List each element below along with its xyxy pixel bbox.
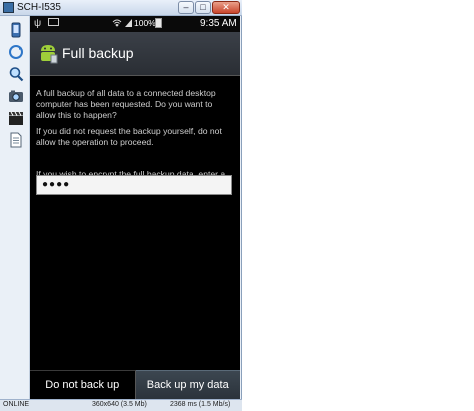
battery-percent: 100% <box>134 18 156 28</box>
phone-icon[interactable] <box>8 22 24 38</box>
back-up-my-data-button[interactable]: Back up my data <box>135 370 240 399</box>
camera-icon[interactable] <box>8 88 24 104</box>
emulator-window: SCH-I535 – □ ✕ ψ 100% 9:35 AM Full backu… <box>0 0 242 411</box>
connection-status: ONLINE <box>3 401 30 408</box>
window-titlebar: SCH-I535 – □ ✕ <box>0 0 242 16</box>
zoom-icon[interactable] <box>8 66 24 82</box>
close-button[interactable]: ✕ <box>212 1 240 14</box>
tool-rail <box>0 16 30 399</box>
usb-icon: ψ <box>34 18 42 29</box>
status-time: 9:35 AM <box>200 18 237 29</box>
phone-screen: ψ 100% 9:35 AM Full backup A full backup… <box>30 16 240 399</box>
minimize-button[interactable]: – <box>178 1 194 14</box>
backup-request-text: A full backup of all data to a connected… <box>36 88 216 120</box>
password-field[interactable]: ●●●● <box>36 175 232 195</box>
screen-resolution: 360x640 (3.5 Mb) <box>92 401 147 408</box>
mail-icon <box>48 18 59 26</box>
do-not-back-up-button[interactable]: Do not back up <box>30 370 136 399</box>
document-icon[interactable] <box>8 132 24 148</box>
window-title: SCH-I535 <box>17 2 61 13</box>
android-backup-icon <box>41 45 58 64</box>
maximize-button[interactable]: □ <box>195 1 211 14</box>
battery-icon <box>155 18 162 28</box>
dialog-buttons: Do not back up Back up my data <box>30 370 240 399</box>
rotate-icon[interactable] <box>8 44 24 60</box>
signal-icon <box>124 18 133 31</box>
screen-title: Full backup <box>62 45 134 61</box>
warning-text: If you did not request the backup yourse… <box>36 126 222 147</box>
action-bar: Full backup <box>30 32 240 76</box>
video-clapper-icon[interactable] <box>8 110 24 126</box>
android-status-bar: ψ 100% 9:35 AM <box>30 16 240 32</box>
transfer-timing: 2368 ms (1.5 Mb/s) <box>170 401 231 408</box>
wifi-icon <box>112 18 122 31</box>
emulator-status-bar: ONLINE 360x640 (3.5 Mb) 2368 ms (1.5 Mb/… <box>0 399 242 411</box>
app-icon <box>3 2 14 13</box>
